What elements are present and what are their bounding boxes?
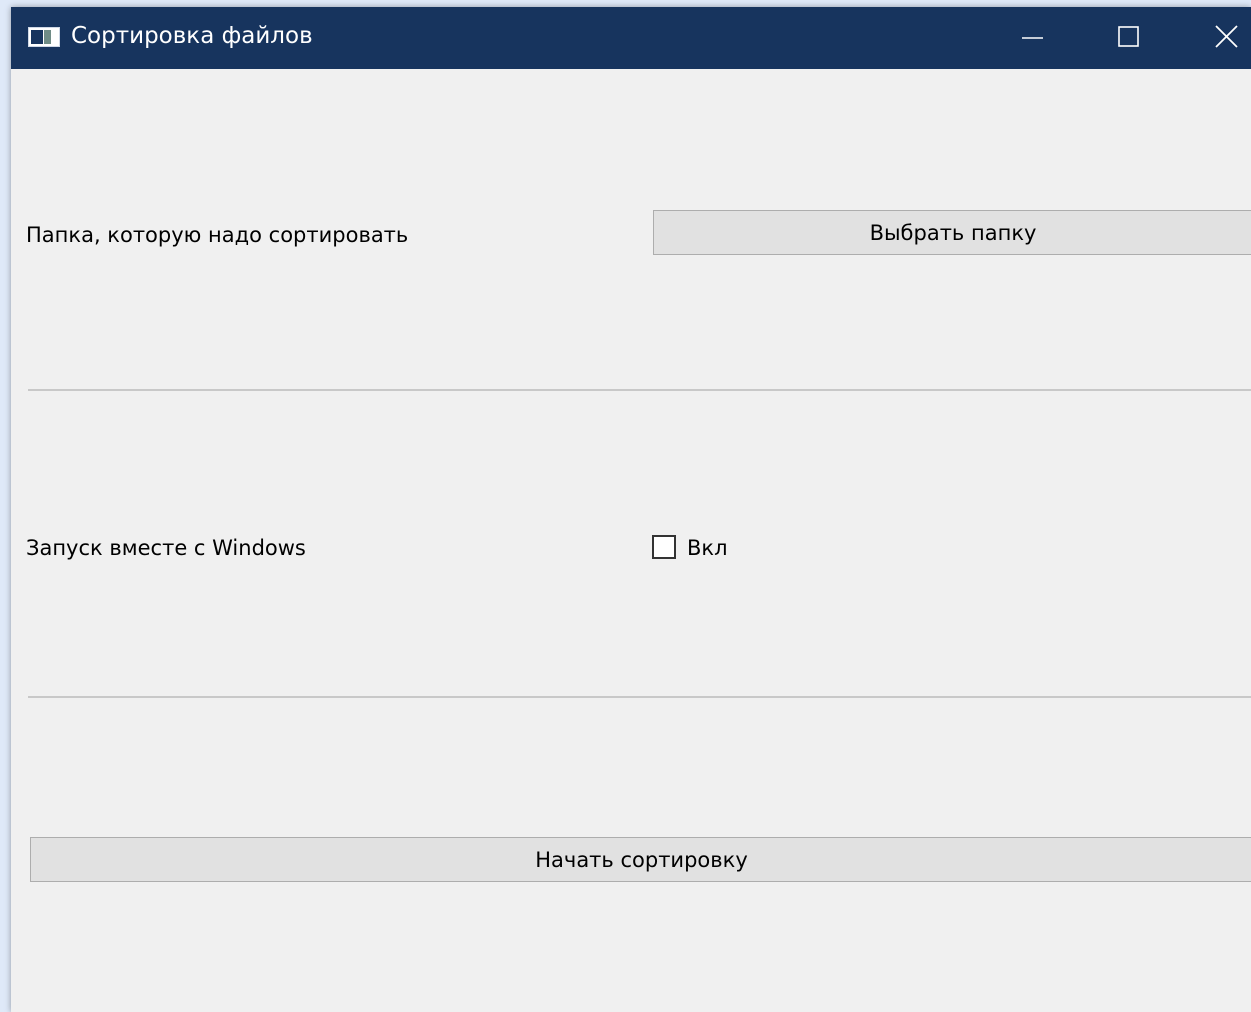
start-sorting-button[interactable]: Начать сортировку <box>30 837 1251 882</box>
maximize-button[interactable] <box>1083 7 1173 69</box>
autostart-checkbox[interactable] <box>652 535 676 559</box>
app-icon <box>28 27 60 47</box>
choose-folder-button[interactable]: Выбрать папку <box>653 210 1251 255</box>
autostart-label: Запуск вместе с Windows <box>26 536 306 560</box>
autostart-checkbox-label[interactable]: Вкл <box>687 534 728 562</box>
minimize-icon <box>1022 37 1043 39</box>
close-button[interactable] <box>1179 7 1251 69</box>
maximize-icon <box>1118 26 1139 47</box>
separator-bottom <box>28 696 1251 698</box>
close-icon <box>1215 25 1238 48</box>
app-window: Сортировка файлов Папка, которую надо со… <box>11 7 1251 1012</box>
window-title: Сортировка файлов <box>71 23 313 49</box>
minimize-button[interactable] <box>989 7 1079 69</box>
title-bar[interactable]: Сортировка файлов <box>11 7 1251 69</box>
folder-label: Папка, которую надо сортировать <box>26 223 409 247</box>
separator-top <box>28 389 1251 391</box>
